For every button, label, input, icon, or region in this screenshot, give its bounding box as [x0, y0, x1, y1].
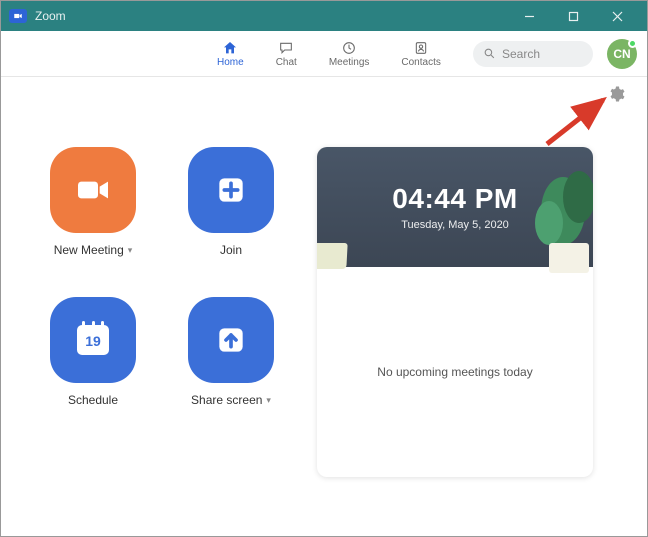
info-card: 04:44 PM Tuesday, May 5, 2020 No upcomin… — [317, 147, 593, 477]
app-icon — [9, 9, 27, 23]
empty-state-text: No upcoming meetings today — [377, 365, 532, 379]
window-controls — [507, 1, 639, 31]
tab-chat-label: Chat — [276, 57, 297, 68]
window-title: Zoom — [35, 9, 507, 23]
plant-pot-icon — [317, 243, 348, 269]
action-tiles: New Meeting ▾ Join 19 Schedule — [41, 147, 283, 518]
toolbar: Home Chat Meetings Contacts Search CN — [1, 31, 647, 77]
share-icon — [211, 320, 251, 360]
plant-icon — [519, 163, 593, 273]
share-screen-label: Share screen — [191, 393, 262, 407]
search-placeholder: Search — [502, 47, 540, 61]
close-button[interactable] — [595, 1, 639, 31]
share-screen-label-row[interactable]: Share screen ▾ — [191, 393, 271, 407]
gear-icon[interactable] — [607, 85, 625, 103]
new-meeting-button[interactable] — [50, 147, 136, 233]
schedule-label: Schedule — [68, 393, 118, 407]
clock-date: Tuesday, May 5, 2020 — [401, 219, 509, 231]
tab-home[interactable]: Home — [211, 36, 250, 72]
upcoming-meetings: No upcoming meetings today — [317, 267, 593, 477]
schedule-button[interactable]: 19 — [50, 297, 136, 383]
tab-chat[interactable]: Chat — [270, 36, 303, 72]
share-screen-button[interactable] — [188, 297, 274, 383]
chevron-down-icon: ▾ — [128, 245, 133, 256]
clock-time: 04:44 PM — [392, 183, 517, 215]
tile-join: Join — [179, 147, 283, 277]
new-meeting-label-row[interactable]: New Meeting ▾ — [54, 243, 133, 257]
settings-row — [607, 85, 625, 108]
search-input[interactable]: Search — [473, 41, 593, 67]
tab-contacts[interactable]: Contacts — [395, 36, 446, 72]
contacts-icon — [412, 40, 430, 56]
info-panel: 04:44 PM Tuesday, May 5, 2020 No upcomin… — [317, 147, 629, 518]
nav-tabs: Home Chat Meetings Contacts — [211, 36, 447, 72]
minimize-button[interactable] — [507, 1, 551, 31]
tab-home-label: Home — [217, 57, 244, 68]
chat-icon — [277, 40, 295, 56]
clock-icon — [340, 40, 358, 56]
tab-meetings-label: Meetings — [329, 57, 370, 68]
annotation-arrow-icon — [543, 94, 613, 150]
tile-schedule: 19 Schedule — [41, 297, 145, 427]
avatar[interactable]: CN — [607, 39, 637, 69]
calendar-day: 19 — [85, 333, 101, 349]
tab-meetings[interactable]: Meetings — [323, 36, 376, 72]
join-button[interactable] — [188, 147, 274, 233]
calendar-icon: 19 — [77, 325, 109, 355]
chevron-down-icon: ▾ — [266, 395, 271, 406]
video-icon — [73, 170, 113, 210]
join-label: Join — [220, 243, 242, 257]
content-area: New Meeting ▾ Join 19 Schedule — [1, 77, 647, 536]
new-meeting-label: New Meeting — [54, 243, 124, 257]
presence-dot-icon — [628, 39, 637, 48]
maximize-button[interactable] — [551, 1, 595, 31]
avatar-initials: CN — [613, 47, 630, 61]
plus-icon — [211, 170, 251, 210]
tile-share-screen: Share screen ▾ — [179, 297, 283, 427]
search-icon — [483, 47, 496, 60]
time-banner: 04:44 PM Tuesday, May 5, 2020 — [317, 147, 593, 267]
home-icon — [221, 40, 239, 56]
titlebar: Zoom — [1, 1, 647, 31]
tab-contacts-label: Contacts — [401, 57, 440, 68]
tile-new-meeting: New Meeting ▾ — [41, 147, 145, 277]
